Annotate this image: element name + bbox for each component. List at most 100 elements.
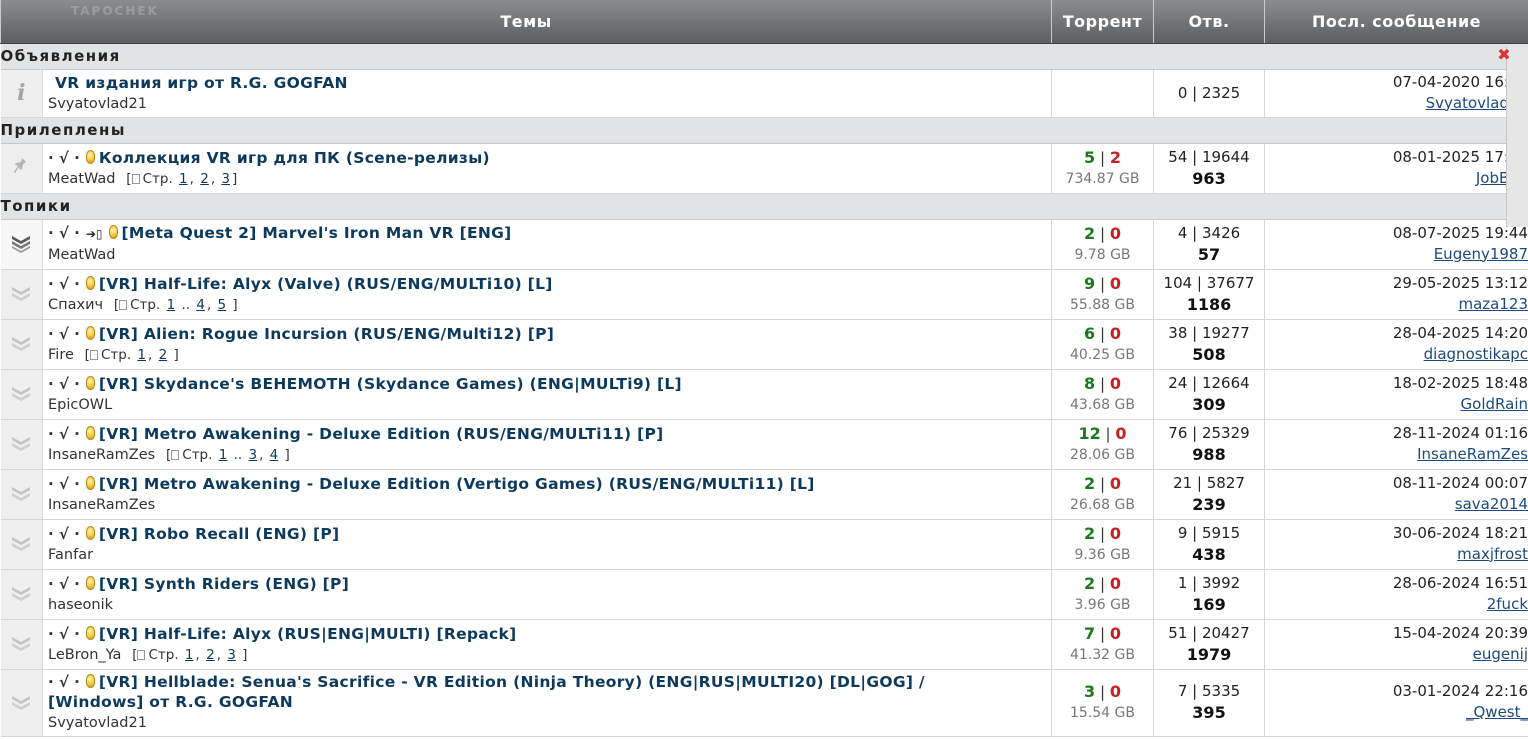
last-post-date: 29-05-2025 13:12 (1392, 273, 1528, 292)
page-link[interactable]: 5 (218, 297, 227, 313)
pages-label: Стр. (182, 446, 213, 463)
page-link[interactable]: 1 (167, 297, 176, 313)
column-header-last-post-label: Посл. сообщение (1311, 11, 1482, 31)
side-panel[interactable] (1506, 47, 1528, 227)
topic-title-link[interactable]: [VR] Metro Awakening - Deluxe Edition (R… (99, 425, 664, 443)
last-post-user-link[interactable]: diagnostikapc (1424, 345, 1528, 363)
torrent-size: 28.06 GB (1070, 446, 1135, 463)
topic-author: haseonik (48, 596, 114, 613)
topic-title-link[interactable]: [VR] Skydance's BEHEMOTH (Skydance Games… (99, 375, 682, 393)
topic-cell: · √ · [VR] Synth Riders (ENG) [P] haseoni… (42, 569, 1052, 620)
last-post-user-link[interactable]: Eugeny1987 (1434, 245, 1528, 263)
topic-title-link[interactable]: [VR] Hellblade: Senua's Sacrifice - VR E… (99, 673, 925, 691)
sticky-last-cell: 08-01-2025 17:42 JobBob➔▯ (1264, 143, 1528, 194)
column-header-torrent[interactable]: Торрент (1051, 0, 1154, 44)
info-icon: i (17, 80, 26, 106)
topic-author: InsaneRamZes (48, 446, 156, 463)
replies-views: 54 | 19644 (1168, 147, 1250, 166)
last-post-user-link[interactable]: maxjfrost (1457, 545, 1528, 563)
page-link-2[interactable]: 2 (200, 171, 209, 187)
topic-author: MeatWad (48, 170, 116, 187)
topic-title-link[interactable]: VR издания игр от R.G. GOGFAN (55, 74, 348, 92)
torrent-size: 734.87 GB (1065, 170, 1140, 187)
page-link[interactable]: 1 (219, 447, 228, 463)
gold-medal-icon (85, 375, 95, 390)
topic-read-icon (10, 283, 32, 301)
last-post-user-link[interactable]: sava2014 (1455, 495, 1528, 513)
leechers-count: 0 (1109, 523, 1121, 543)
last-post-user-link[interactable]: eugenij (1473, 645, 1528, 663)
gold-medal-icon (85, 575, 95, 590)
column-header-replies-label: Отв. (1188, 11, 1230, 31)
topic-new-icon (10, 233, 32, 253)
status-mark: · √ · (48, 374, 80, 393)
topic-icon-cell (0, 619, 43, 670)
new-post-icon[interactable]: ➔▯ (86, 227, 103, 241)
last-post-user-link[interactable]: GoldRain (1461, 395, 1528, 413)
topic-read-icon (10, 433, 32, 451)
column-header-replies[interactable]: Отв. (1153, 0, 1265, 44)
page-link[interactable]: 2 (206, 647, 215, 663)
page-link[interactable]: 3 (227, 647, 236, 663)
topic-title-link[interactable]: Коллекция VR игр для ПК (Scene-релизы) (99, 149, 490, 167)
gold-medal-icon (85, 525, 95, 540)
last-post-user-link[interactable]: InsaneRamZes (1417, 445, 1528, 463)
replies-views: 104 | 37677 (1163, 273, 1255, 292)
topic-icon-cell (0, 319, 43, 370)
page-link[interactable]: 1 (137, 347, 146, 363)
topic-pages: [Стр. 1 .. 4, 5 ] (113, 296, 238, 313)
last-post-user-link[interactable]: 2fuck (1487, 595, 1528, 613)
topic-title-link[interactable]: [VR] Alien: Rogue Incursion (RUS/ENG/Mul… (99, 325, 554, 343)
page-icon (89, 349, 98, 360)
topic-title-link-cont[interactable]: [Windows] от R.G. GOGFAN (48, 693, 293, 711)
page-link[interactable]: 2 (159, 347, 168, 363)
last-post-user-link[interactable]: _Qwest_ (1466, 703, 1528, 721)
last-post-user-link[interactable]: maza123 (1459, 295, 1528, 313)
page-link[interactable]: 4 (196, 297, 205, 313)
downloads-count: 1979 (1186, 644, 1232, 664)
downloads-count: 57 (1197, 244, 1221, 264)
leechers-count: 0 (1109, 373, 1121, 393)
topic-torrent-cell: 6 | 0 40.25 GB (1051, 319, 1154, 370)
topic-icon-cell (0, 569, 43, 620)
topic-title-link[interactable]: [VR] Metro Awakening - Deluxe Edition (V… (99, 475, 815, 493)
topic-title-link[interactable]: [VR] Half-Life: Alyx (RUS|ENG|MULTI) [Re… (99, 625, 517, 643)
topic-title-link[interactable]: [Meta Quest 2] Marvel's Iron Man VR [ENG… (122, 224, 512, 242)
topic-torrent-cell: 2 | 0 9.78 GB (1051, 219, 1154, 270)
close-icon[interactable]: ✖ (1496, 47, 1512, 63)
torrent-size: 40.25 GB (1070, 346, 1135, 363)
status-mark: · √ · (48, 624, 80, 643)
topic-title-link[interactable]: [VR] Synth Riders (ENG) [P] (99, 575, 349, 593)
topic-replies-cell: 24 | 12664 309 (1153, 369, 1265, 420)
topic-author: Svyatovlad21 (48, 95, 147, 112)
topic-row: · √ · [VR] Robo Recall (ENG) [P] Fanfar 2… (0, 519, 1528, 570)
page-link[interactable]: 1 (185, 647, 194, 663)
topic-cell: · √ · [VR] Alien: Rogue Incursion (RUS/EN… (42, 319, 1052, 370)
page-link[interactable]: 4 (270, 447, 279, 463)
downloads-count: 963 (1192, 168, 1226, 188)
topic-replies-cell: 104 | 37677 1186 (1153, 269, 1265, 320)
topic-replies-cell: 7 | 5335 395 (1153, 669, 1265, 737)
replies-views: 1 | 3992 (1177, 573, 1241, 592)
announcement-icon-cell: i (0, 69, 43, 118)
page-link[interactable]: 3 (248, 447, 257, 463)
topic-title-link[interactable]: [VR] Robo Recall (ENG) [P] (99, 525, 340, 543)
topic-last-cell: 28-06-2024 16:51 2fuck➔▯ (1264, 569, 1528, 620)
page-link-1[interactable]: 1 (179, 171, 188, 187)
column-header-topics[interactable]: TAPOCHEK Темы (0, 0, 1052, 44)
topic-icon-cell (0, 669, 43, 737)
sticky-torrent-cell: 5 | 2 734.87 GB (1051, 143, 1154, 194)
seeders-count: 2 (1084, 223, 1096, 243)
topic-icon-cell (0, 469, 43, 520)
torrent-size: 9.36 GB (1074, 546, 1131, 563)
column-header-last-post[interactable]: Посл. сообщение (1264, 0, 1528, 44)
topic-row: · √ · [VR] Skydance's BEHEMOTH (Skydance … (0, 369, 1528, 420)
seeders-count: 9 (1084, 273, 1096, 293)
page-link-3[interactable]: 3 (221, 171, 230, 187)
topic-torrent-cell: 2 | 0 26.68 GB (1051, 469, 1154, 520)
topic-author: Svyatovlad21 (48, 715, 147, 731)
topic-title-link[interactable]: [VR] Half-Life: Alyx (Valve) (RUS/ENG/MU… (99, 275, 553, 293)
section-announcements: Объявления (0, 42, 1528, 70)
announcement-row: i VR издания игр от R.G. GOGFAN Svyatovl… (0, 69, 1528, 118)
torrent-size: 41.32 GB (1070, 646, 1135, 663)
